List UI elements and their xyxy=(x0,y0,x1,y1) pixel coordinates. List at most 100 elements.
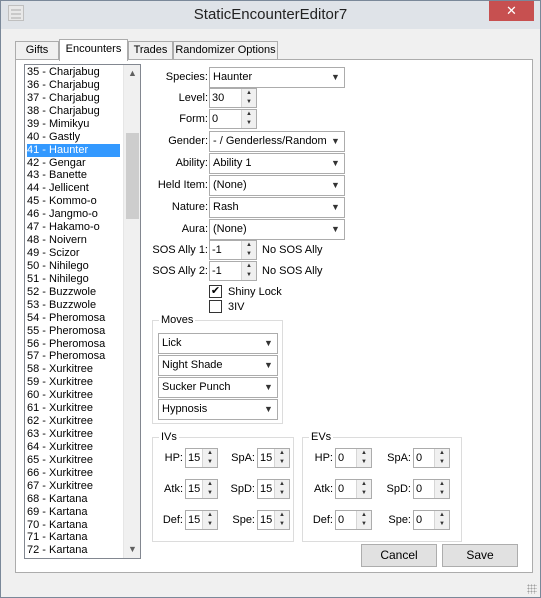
iv-spa-spinner[interactable]: 15 ▲ ▼ xyxy=(257,448,290,468)
list-item[interactable]: 39 - Mimikyu xyxy=(27,118,120,131)
list-item[interactable]: 49 - Scizor xyxy=(27,247,120,260)
spin-up-icon[interactable]: ▲ xyxy=(275,511,289,520)
list-item[interactable]: 35 - Charjabug xyxy=(27,66,120,79)
list-item[interactable]: 67 - Xurkitree xyxy=(27,480,120,493)
list-item[interactable]: 66 - Xurkitree xyxy=(27,467,120,480)
list-item[interactable]: 54 - Pheromosa xyxy=(27,312,120,325)
list-item[interactable]: 61 - Xurkitree xyxy=(27,402,120,415)
tab-trades[interactable]: Trades xyxy=(128,41,173,60)
list-item[interactable]: 48 - Noivern xyxy=(27,234,120,247)
list-item[interactable]: 40 - Gastly xyxy=(27,131,120,144)
ev-spa-spinner[interactable]: 0 ▲ ▼ xyxy=(413,448,450,468)
spin-down-icon[interactable]: ▼ xyxy=(242,271,256,280)
iv-def-spinner[interactable]: 15 ▲ ▼ xyxy=(185,510,218,530)
list-item[interactable]: 60 - Xurkitree xyxy=(27,389,120,402)
spin-down-icon[interactable]: ▼ xyxy=(275,458,289,467)
nature-dropdown[interactable]: Rash ▼ xyxy=(209,197,345,218)
list-item[interactable]: 37 - Charjabug xyxy=(27,92,120,105)
spin-down-icon[interactable]: ▼ xyxy=(435,458,449,467)
list-item[interactable]: 65 - Xurkitree xyxy=(27,454,120,467)
spin-down-icon[interactable]: ▼ xyxy=(357,489,371,498)
species-dropdown[interactable]: Haunter ▼ xyxy=(209,67,345,88)
list-item[interactable]: 53 - Buzzwole xyxy=(27,299,120,312)
list-item[interactable]: 72 - Kartana xyxy=(27,544,120,557)
list-item[interactable]: 36 - Charjabug xyxy=(27,79,120,92)
move-3-dropdown[interactable]: Sucker Punch ▼ xyxy=(158,377,278,398)
three-iv-checkbox[interactable] xyxy=(209,300,222,313)
list-item[interactable]: 38 - Charjabug xyxy=(27,105,120,118)
tab-gifts[interactable]: Gifts xyxy=(15,41,59,60)
spin-down-icon[interactable]: ▼ xyxy=(242,98,256,107)
spin-up-icon[interactable]: ▲ xyxy=(242,262,256,271)
spin-down-icon[interactable]: ▼ xyxy=(435,489,449,498)
list-item[interactable]: 68 - Kartana xyxy=(27,493,120,506)
move-4-dropdown[interactable]: Hypnosis ▼ xyxy=(158,399,278,420)
spin-down-icon[interactable]: ▼ xyxy=(275,520,289,529)
spin-down-icon[interactable]: ▼ xyxy=(203,520,217,529)
list-item[interactable]: 56 - Pheromosa xyxy=(27,338,120,351)
ev-atk-spinner[interactable]: 0 ▲ ▼ xyxy=(335,479,372,499)
spin-up-icon[interactable]: ▲ xyxy=(242,110,256,119)
move-1-dropdown[interactable]: Lick ▼ xyxy=(158,333,278,354)
ev-hp-spinner[interactable]: 0 ▲ ▼ xyxy=(335,448,372,468)
list-scrollbar[interactable]: ▲ ▼ xyxy=(123,65,140,558)
form-spinner[interactable]: 0 ▲ ▼ xyxy=(209,109,257,129)
spin-up-icon[interactable]: ▲ xyxy=(357,449,371,458)
spin-down-icon[interactable]: ▼ xyxy=(435,520,449,529)
ev-spe-spinner[interactable]: 0 ▲ ▼ xyxy=(413,510,450,530)
scroll-thumb[interactable] xyxy=(126,133,139,219)
resize-grip-icon[interactable] xyxy=(527,584,537,594)
list-item[interactable]: 71 - Kartana xyxy=(27,531,120,544)
iv-spd-spinner[interactable]: 15 ▲ ▼ xyxy=(257,479,290,499)
spin-down-icon[interactable]: ▼ xyxy=(203,458,217,467)
aura-dropdown[interactable]: (None) ▼ xyxy=(209,219,345,240)
shiny-lock-checkbox[interactable]: ✔ xyxy=(209,285,222,298)
list-item[interactable]: 55 - Pheromosa xyxy=(27,325,120,338)
spin-up-icon[interactable]: ▲ xyxy=(357,511,371,520)
list-item[interactable]: 45 - Kommo-o xyxy=(27,195,120,208)
list-item[interactable]: 57 - Pheromosa xyxy=(27,350,120,363)
spin-up-icon[interactable]: ▲ xyxy=(203,449,217,458)
ev-def-spinner[interactable]: 0 ▲ ▼ xyxy=(335,510,372,530)
spin-up-icon[interactable]: ▲ xyxy=(435,449,449,458)
sos-ally-2-spinner[interactable]: -1 ▲ ▼ xyxy=(209,261,257,281)
spin-up-icon[interactable]: ▲ xyxy=(275,449,289,458)
scroll-up-icon[interactable]: ▲ xyxy=(124,65,140,82)
list-item[interactable]: 69 - Kartana xyxy=(27,506,120,519)
sos-ally-1-spinner[interactable]: -1 ▲ ▼ xyxy=(209,240,257,260)
list-item[interactable]: 62 - Xurkitree xyxy=(27,415,120,428)
list-item[interactable]: 44 - Jellicent xyxy=(27,182,120,195)
tab-encounters[interactable]: Encounters xyxy=(59,39,128,61)
held-item-dropdown[interactable]: (None) ▼ xyxy=(209,175,345,196)
encounter-listbox[interactable]: 35 - Charjabug 36 - Charjabug 37 - Charjab… xyxy=(24,64,141,559)
spin-up-icon[interactable]: ▲ xyxy=(242,241,256,250)
spin-down-icon[interactable]: ▼ xyxy=(242,119,256,128)
tab-randomizer-options[interactable]: Randomizer Options xyxy=(173,41,278,60)
spin-up-icon[interactable]: ▲ xyxy=(357,480,371,489)
list-item[interactable]: 52 - Buzzwole xyxy=(27,286,120,299)
spin-down-icon[interactable]: ▼ xyxy=(242,250,256,259)
spin-up-icon[interactable]: ▲ xyxy=(242,89,256,98)
list-item[interactable]: 50 - Nihilego xyxy=(27,260,120,273)
spin-up-icon[interactable]: ▲ xyxy=(275,480,289,489)
list-item[interactable]: 51 - Nihilego xyxy=(27,273,120,286)
spin-down-icon[interactable]: ▼ xyxy=(203,489,217,498)
spin-up-icon[interactable]: ▲ xyxy=(203,511,217,520)
list-item[interactable]: 47 - Hakamo-o xyxy=(27,221,120,234)
list-item[interactable]: 63 - Xurkitree xyxy=(27,428,120,441)
gender-dropdown[interactable]: - / Genderless/Random ▼ xyxy=(209,131,345,152)
spin-up-icon[interactable]: ▲ xyxy=(435,480,449,489)
list-item[interactable]: 46 - Jangmo-o xyxy=(27,208,120,221)
ev-spd-spinner[interactable]: 0 ▲ ▼ xyxy=(413,479,450,499)
list-item[interactable]: 42 - Gengar xyxy=(27,157,120,170)
iv-hp-spinner[interactable]: 15 ▲ ▼ xyxy=(185,448,218,468)
scroll-down-icon[interactable]: ▼ xyxy=(124,541,140,558)
spin-down-icon[interactable]: ▼ xyxy=(357,520,371,529)
list-item[interactable]: 43 - Banette xyxy=(27,169,120,182)
iv-atk-spinner[interactable]: 15 ▲ ▼ xyxy=(185,479,218,499)
spin-down-icon[interactable]: ▼ xyxy=(357,458,371,467)
move-2-dropdown[interactable]: Night Shade ▼ xyxy=(158,355,278,376)
ability-dropdown[interactable]: Ability 1 ▼ xyxy=(209,153,345,174)
level-spinner[interactable]: 30 ▲ ▼ xyxy=(209,88,257,108)
list-item[interactable]: 41 - Haunter xyxy=(27,143,120,157)
